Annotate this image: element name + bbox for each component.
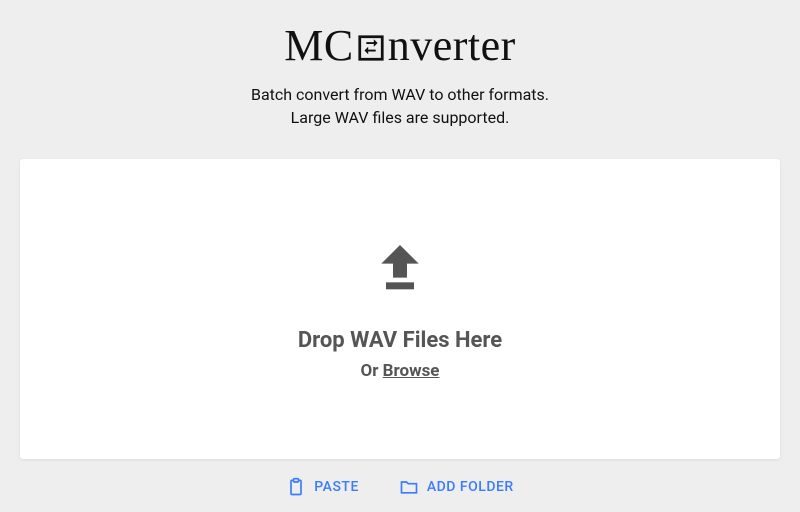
- add-folder-label: ADD FOLDER: [427, 479, 514, 495]
- subtitle-line-2: Large WAV files are supported.: [251, 106, 549, 129]
- clipboard-icon: [286, 477, 306, 497]
- dropzone-or-line: Or Browse: [361, 361, 440, 381]
- app-logo: MC nverter: [284, 20, 516, 71]
- file-dropzone[interactable]: Drop WAV Files Here Or Browse: [20, 159, 780, 459]
- paste-label: PASTE: [314, 479, 359, 495]
- upload-icon: [372, 238, 428, 298]
- paste-button[interactable]: PASTE: [286, 477, 359, 497]
- browse-link[interactable]: Browse: [383, 361, 440, 381]
- subtitle: Batch convert from WAV to other formats.…: [251, 83, 549, 129]
- or-text: Or: [361, 361, 383, 381]
- add-folder-button[interactable]: ADD FOLDER: [399, 477, 514, 497]
- folder-icon: [399, 477, 419, 497]
- subtitle-line-1: Batch convert from WAV to other formats.: [251, 83, 549, 106]
- dropzone-heading: Drop WAV Files Here: [298, 328, 502, 353]
- action-bar: PASTE ADD FOLDER: [286, 477, 513, 497]
- logo-text-prefix: MC: [284, 20, 353, 71]
- swap-arrows-icon: [356, 33, 386, 63]
- logo-text-suffix: nverter: [388, 20, 516, 71]
